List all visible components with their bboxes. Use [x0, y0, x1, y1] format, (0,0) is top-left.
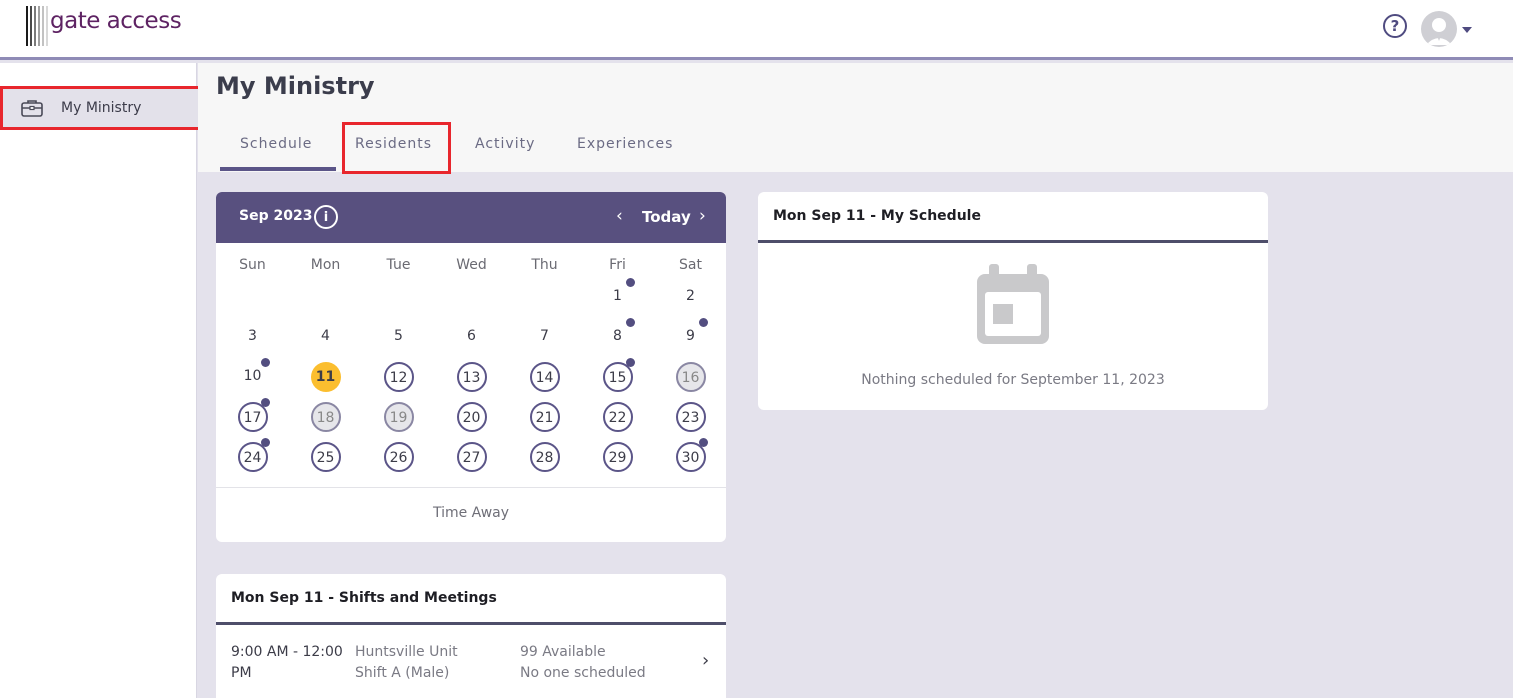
shift-availability-line: 99 Available	[520, 644, 606, 660]
shift-time-line: PM	[231, 665, 252, 681]
calendar-day[interactable]: 6	[457, 322, 487, 352]
time-away-link[interactable]: Time Away	[216, 505, 726, 521]
page-header: My Ministry Schedule Residents Activity …	[198, 63, 1513, 174]
event-dot	[625, 358, 635, 367]
today-button[interactable]: Today	[642, 208, 691, 226]
tab-experiences[interactable]: Experiences	[577, 136, 673, 152]
calendar-day[interactable]: 29	[602, 442, 633, 472]
shift-location-line: Huntsville Unit	[355, 644, 458, 660]
divider	[758, 240, 1268, 243]
event-dot	[698, 318, 708, 327]
sidebar-item-my-ministry[interactable]: My Ministry	[0, 86, 204, 130]
shifts-card: Mon Sep 11 - Shifts and Meetings 9:00 AM…	[216, 574, 726, 698]
divider	[216, 622, 726, 625]
calendar-header: Sep 2023 i ‹ Today ›	[216, 192, 726, 243]
caret-down-icon[interactable]	[1462, 27, 1472, 33]
calendar-day[interactable]: 26	[383, 442, 414, 472]
calendar-day[interactable]: 22	[602, 402, 633, 432]
calendar-day[interactable]: 4	[311, 322, 341, 352]
calendar-card: Sep 2023 i ‹ Today › Sun Mon Tue Wed Thu Fri S…	[216, 192, 726, 542]
calendar-day[interactable]: 12	[383, 362, 414, 392]
active-tab-indicator	[220, 167, 336, 171]
page-title: My Ministry	[216, 72, 375, 100]
weekday-label: Fri	[609, 257, 626, 273]
chevron-right-icon[interactable]: ›	[699, 206, 706, 226]
calendar-day[interactable]: 27	[456, 442, 487, 472]
shift-availability: 99 Available No one scheduled	[520, 642, 646, 684]
briefcase-icon	[21, 100, 43, 117]
calendar-day[interactable]: 25	[310, 442, 341, 472]
tab-activity[interactable]: Activity	[475, 136, 535, 152]
my-schedule-title: Mon Sep 11 - My Schedule	[773, 208, 981, 224]
tab-schedule[interactable]: Schedule	[240, 136, 312, 152]
calendar-day[interactable]: 13	[456, 362, 487, 392]
weekday-label: Tue	[386, 257, 411, 273]
calendar-day[interactable]: 16	[675, 362, 706, 392]
shift-location-line: Shift A (Male)	[355, 665, 450, 681]
logo-text: gate access	[50, 8, 182, 34]
sidebar	[0, 63, 197, 698]
shift-time-line: 9:00 AM - 12:00	[231, 644, 343, 660]
top-bar: gate access ?	[0, 0, 1513, 60]
weekday-label: Sun	[239, 257, 266, 273]
calendar-day[interactable]: 21	[529, 402, 560, 432]
sidebar-item-label: My Ministry	[61, 100, 142, 116]
shifts-title: Mon Sep 11 - Shifts and Meetings	[231, 590, 497, 606]
weekday-label: Thu	[531, 257, 558, 273]
calendar-day[interactable]: 5	[384, 322, 414, 352]
calendar-month-label: Sep 2023	[239, 208, 313, 224]
empty-schedule-text: Nothing scheduled for September 11, 2023	[861, 372, 1165, 388]
info-icon[interactable]: i	[314, 205, 338, 229]
calendar-day[interactable]: 20	[456, 402, 487, 432]
calendar-icon	[977, 264, 1049, 344]
residents-tab-highlight	[342, 122, 451, 174]
weekday-label: Mon	[310, 257, 341, 273]
event-dot	[260, 438, 270, 447]
calendar-day[interactable]: 28	[529, 442, 560, 472]
calendar-day[interactable]: 23	[675, 402, 706, 432]
weekday-label: Sat	[679, 257, 702, 273]
event-dot	[260, 358, 270, 367]
calendar-day[interactable]: 3	[238, 322, 268, 352]
help-icon[interactable]: ?	[1383, 14, 1407, 38]
avatar-icon[interactable]	[1421, 11, 1457, 47]
my-schedule-card: Mon Sep 11 - My Schedule Nothing schedul…	[758, 192, 1268, 410]
logo-bars-icon	[26, 6, 48, 46]
calendar-day[interactable]: 2	[676, 282, 706, 312]
calendar-day[interactable]: 7	[530, 322, 560, 352]
chevron-right-icon[interactable]: ›	[702, 650, 709, 671]
weekday-label: Wed	[456, 257, 487, 273]
event-dot	[625, 318, 635, 327]
gate-access-logo[interactable]: gate access	[26, 6, 182, 46]
event-dot	[698, 438, 708, 447]
shift-availability-line: No one scheduled	[520, 665, 646, 681]
calendar-day[interactable]: 19	[383, 402, 414, 432]
chevron-left-icon[interactable]: ‹	[616, 206, 623, 226]
event-dot	[260, 398, 270, 407]
calendar-day[interactable]: 14	[529, 362, 560, 392]
calendar-day[interactable]: 18	[310, 402, 341, 432]
calendar-day[interactable]: 11	[310, 362, 341, 392]
divider	[216, 487, 726, 488]
shift-time: 9:00 AM - 12:00 PM	[231, 642, 343, 684]
event-dot	[625, 278, 635, 287]
shift-location: Huntsville Unit Shift A (Male)	[355, 642, 458, 684]
